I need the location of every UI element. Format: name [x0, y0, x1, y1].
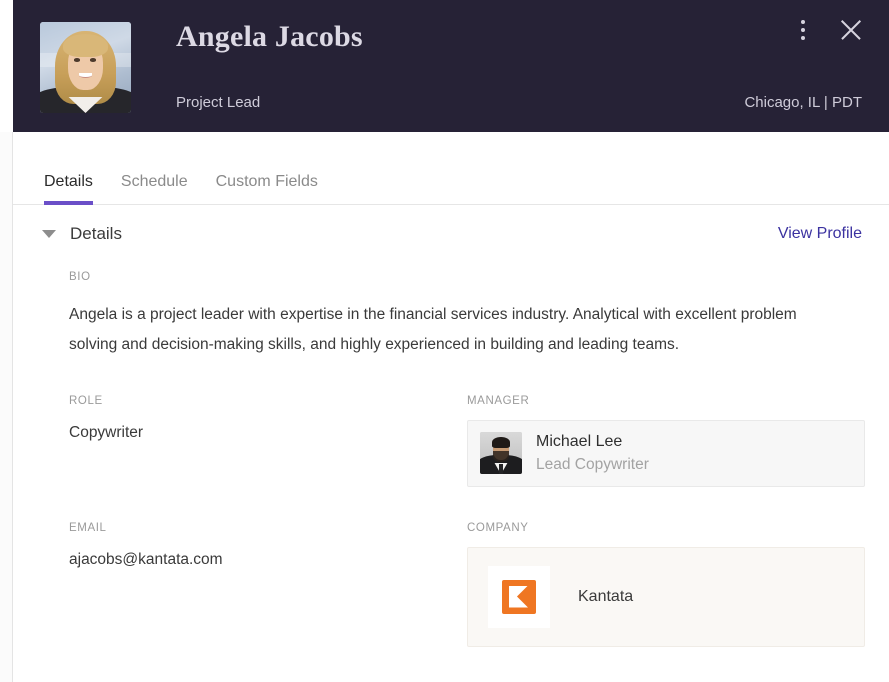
- manager-card[interactable]: Michael Lee Lead Copywriter: [467, 420, 865, 487]
- manager-name: Michael Lee: [536, 433, 623, 450]
- bio-label: BIO: [69, 271, 91, 283]
- manager-field: MANAGER Michael Lee Lead Copywriter: [467, 395, 865, 487]
- tab-details[interactable]: Details: [30, 174, 107, 205]
- fields-grid-row-1: ROLE Copywriter MANAGER Michael Lee Lead…: [40, 395, 865, 487]
- section-title: Details: [70, 224, 122, 243]
- email-label: EMAIL: [69, 521, 107, 534]
- profile-panel: Angela Jacobs Project Lead Chicago, IL |…: [0, 0, 889, 682]
- tab-schedule[interactable]: Schedule: [107, 174, 202, 204]
- company-card[interactable]: Kantata: [467, 546, 865, 647]
- fields-grid-row-2: EMAIL ajacobs@kantata.com COMPANY Kantat…: [40, 522, 865, 647]
- bio-field: BIO Angela is a project leader with expe…: [40, 263, 862, 360]
- header-actions: [791, 16, 865, 44]
- role-label: ROLE: [69, 395, 103, 407]
- close-icon[interactable]: [837, 16, 865, 44]
- details-body: Details View Profile BIO Angela is a pro…: [13, 205, 889, 647]
- bio-value: Angela is a project leader with expertis…: [69, 306, 797, 353]
- company-label: COMPANY: [467, 521, 529, 534]
- page-title: Angela Jacobs: [176, 20, 363, 53]
- tab-bar: Details Schedule Custom Fields: [13, 132, 889, 205]
- panel-body: Angela Jacobs Project Lead Chicago, IL |…: [13, 0, 889, 682]
- header-location: Chicago, IL | PDT: [744, 94, 862, 111]
- header-subtitle: Project Lead: [176, 94, 261, 111]
- tab-custom-fields[interactable]: Custom Fields: [202, 174, 332, 204]
- manager-avatar: [480, 432, 522, 475]
- email-field: EMAIL ajacobs@kantata.com: [69, 522, 467, 647]
- profile-header: Angela Jacobs Project Lead Chicago, IL |…: [13, 0, 889, 132]
- kantata-logo-icon: [502, 579, 536, 614]
- company-field: COMPANY Kantata: [467, 522, 865, 647]
- avatar: [40, 22, 131, 113]
- manager-text: Michael Lee Lead Copywriter: [536, 431, 649, 476]
- view-profile-link[interactable]: View Profile: [778, 225, 862, 243]
- role-value: Copywriter: [69, 424, 144, 441]
- left-gutter-top: [0, 0, 13, 132]
- details-section-header: Details View Profile: [40, 205, 862, 263]
- avatar-photo: [40, 22, 131, 113]
- caret-down-icon[interactable]: [42, 230, 56, 238]
- kebab-menu-icon[interactable]: [791, 16, 815, 44]
- role-field: ROLE Copywriter: [69, 395, 467, 487]
- manager-title: Lead Copywriter: [536, 455, 649, 473]
- company-name: Kantata: [578, 587, 634, 605]
- manager-label: MANAGER: [467, 395, 530, 407]
- company-logo-tile: [488, 565, 550, 628]
- email-value: ajacobs@kantata.com: [69, 550, 223, 568]
